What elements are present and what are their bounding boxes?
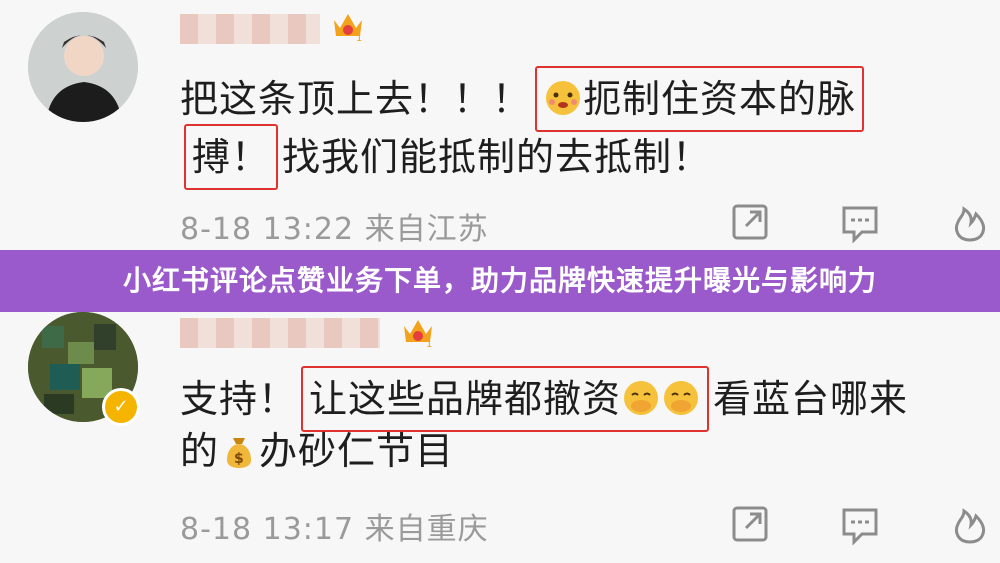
crown-badge-icon: 1 [330,8,366,44]
svg-text:1: 1 [426,339,432,348]
money-bag-icon: $ [219,430,259,470]
comment-text-line2: 搏！ 找我们能抵制的去抵制！ [180,124,711,190]
username-blurred[interactable] [180,318,380,348]
blush-emoji-icon [543,78,583,118]
highlight-box: 让这些品牌都撤资 [301,366,710,432]
comment-text-line2: 的 $ 办砂仁节目 [180,424,454,478]
comment-text: 支持！ [180,377,298,421]
highlight-text: 让这些品牌都撤资 [309,377,622,421]
comment-meta: 8-18 13:17 来自重庆 [180,504,489,548]
comment-meta: 8-18 13:22 来自江苏 [180,204,489,248]
cover-face-emoji-icon [621,378,661,418]
location: 来自江苏 [364,212,489,247]
timestamp: 8-18 13:22 [180,212,355,247]
avatar[interactable] [28,12,138,122]
cover-face-emoji-icon [661,378,701,418]
comment-text-line1: 把这条顶上去！！！ 扼制住资本的脉 [180,66,868,132]
svg-text:1: 1 [356,33,362,42]
timestamp: 8-18 13:17 [180,512,355,547]
comment-text: 把这条顶上去！！！ [180,77,532,121]
highlight-box: 搏！ [184,124,279,190]
verified-badge-icon: ✓ [102,388,140,426]
flame-like-icon[interactable] [948,502,992,546]
crown-badge-icon: 1 [400,314,436,350]
highlight-text: 搏！ [192,135,271,179]
comment-item: 1 把这条顶上去！！！ 扼制住资本的脉 搏！ 找我们能抵制的去抵制！ 8-18 13… [0,0,1000,250]
comment-text: 看蓝台哪来 [713,377,909,421]
username-blurred[interactable] [180,14,320,44]
comment-text: 找我们能抵制的去抵制！ [282,135,712,179]
comment-text-line1: 支持！ 让这些品牌都撤资 看蓝台哪来 [180,366,908,432]
comment-icon[interactable] [838,502,882,546]
comment-text: 的 [180,429,220,473]
highlight-box: 扼制住资本的脉 [535,66,865,132]
comment-icon[interactable] [838,200,882,244]
flame-like-icon[interactable] [948,200,992,244]
location: 来自重庆 [364,512,489,547]
highlight-text: 扼制住资本的脉 [583,77,857,121]
promo-banner: 小红书评论点赞业务下单，助力品牌快速提升曝光与影响力 [0,250,1000,312]
svg-text:$: $ [234,451,245,467]
comment-text: 办砂仁节目 [259,429,455,473]
share-icon[interactable] [728,502,772,546]
share-icon[interactable] [728,200,772,244]
comment-item: ✓ 1 支持！ 让这些品牌都撤资 看蓝台哪来 的 $ 办砂仁节目 8-18 13:17 … [0,312,1000,563]
